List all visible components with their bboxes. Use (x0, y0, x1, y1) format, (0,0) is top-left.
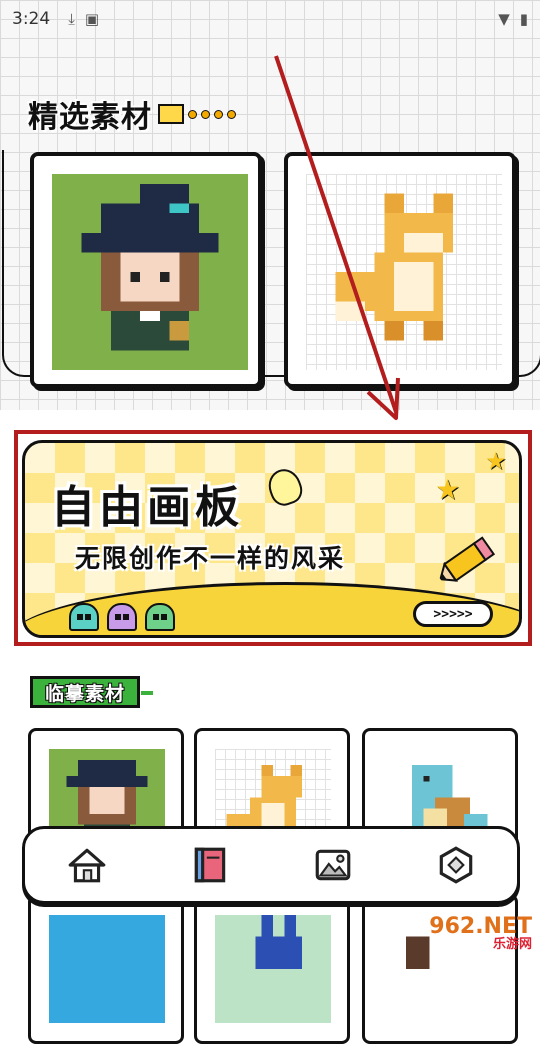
copy-item-creature[interactable] (194, 894, 350, 1044)
banner-subtitle: 无限创作不一样的风采 (75, 544, 346, 573)
wifi-icon: ▼ (498, 10, 510, 28)
ghost-icon-purple (107, 603, 137, 631)
featured-card-fox[interactable] (284, 152, 516, 388)
settings-icon (439, 846, 472, 884)
blue-creature-thumb (215, 915, 331, 1023)
star-icon-small: ★ (485, 447, 507, 475)
star-icon: ★ (435, 473, 461, 506)
nav-gallery[interactable] (308, 840, 358, 890)
gallery-icon (315, 849, 350, 881)
witch-girl-image (52, 174, 248, 370)
status-bar: 3:24 ⤓ ▣ ▼ ▮ (0, 0, 540, 38)
blue-thumb (49, 915, 165, 1023)
banner-title: 自由画板 (51, 482, 243, 533)
bottom-nav-bar (22, 826, 520, 904)
copy-section-title: 临摹素材 (30, 676, 154, 708)
featured-title-text: 精选素材 (28, 100, 152, 135)
featured-card-witch[interactable] (30, 152, 262, 388)
lightbulb-icon (263, 464, 307, 510)
pencil-icon (439, 536, 496, 582)
status-time: 3:24 (12, 9, 51, 29)
banner-go-button[interactable]: >>>>> (413, 601, 493, 627)
copy-item-blue[interactable] (28, 894, 184, 1044)
home-icon (68, 848, 105, 883)
book-icon (194, 847, 225, 883)
ghost-icons (69, 603, 175, 631)
notification-app-icon: ▣ (84, 10, 100, 28)
ghost-icon-green (145, 603, 175, 631)
watermark-text: 乐游网 (492, 937, 532, 952)
free-canvas-banner[interactable]: 自由画板 ★ ★ 无限创作不一样的风采 >>>>> (22, 440, 522, 638)
watermark-logo: 962.NET (429, 914, 532, 939)
site-watermark: 962.NET 乐游网 (408, 912, 532, 956)
title-decoration-icon (158, 104, 236, 124)
featured-section-title: 精选素材 (28, 92, 236, 136)
ghost-icon-teal (69, 603, 99, 631)
battery-icon: ▮ (519, 10, 528, 28)
nav-settings[interactable] (431, 840, 481, 890)
download-icon: ⤓ (68, 10, 75, 28)
fox-image (306, 174, 502, 370)
nav-home[interactable] (62, 840, 112, 890)
nav-book[interactable] (185, 840, 235, 890)
